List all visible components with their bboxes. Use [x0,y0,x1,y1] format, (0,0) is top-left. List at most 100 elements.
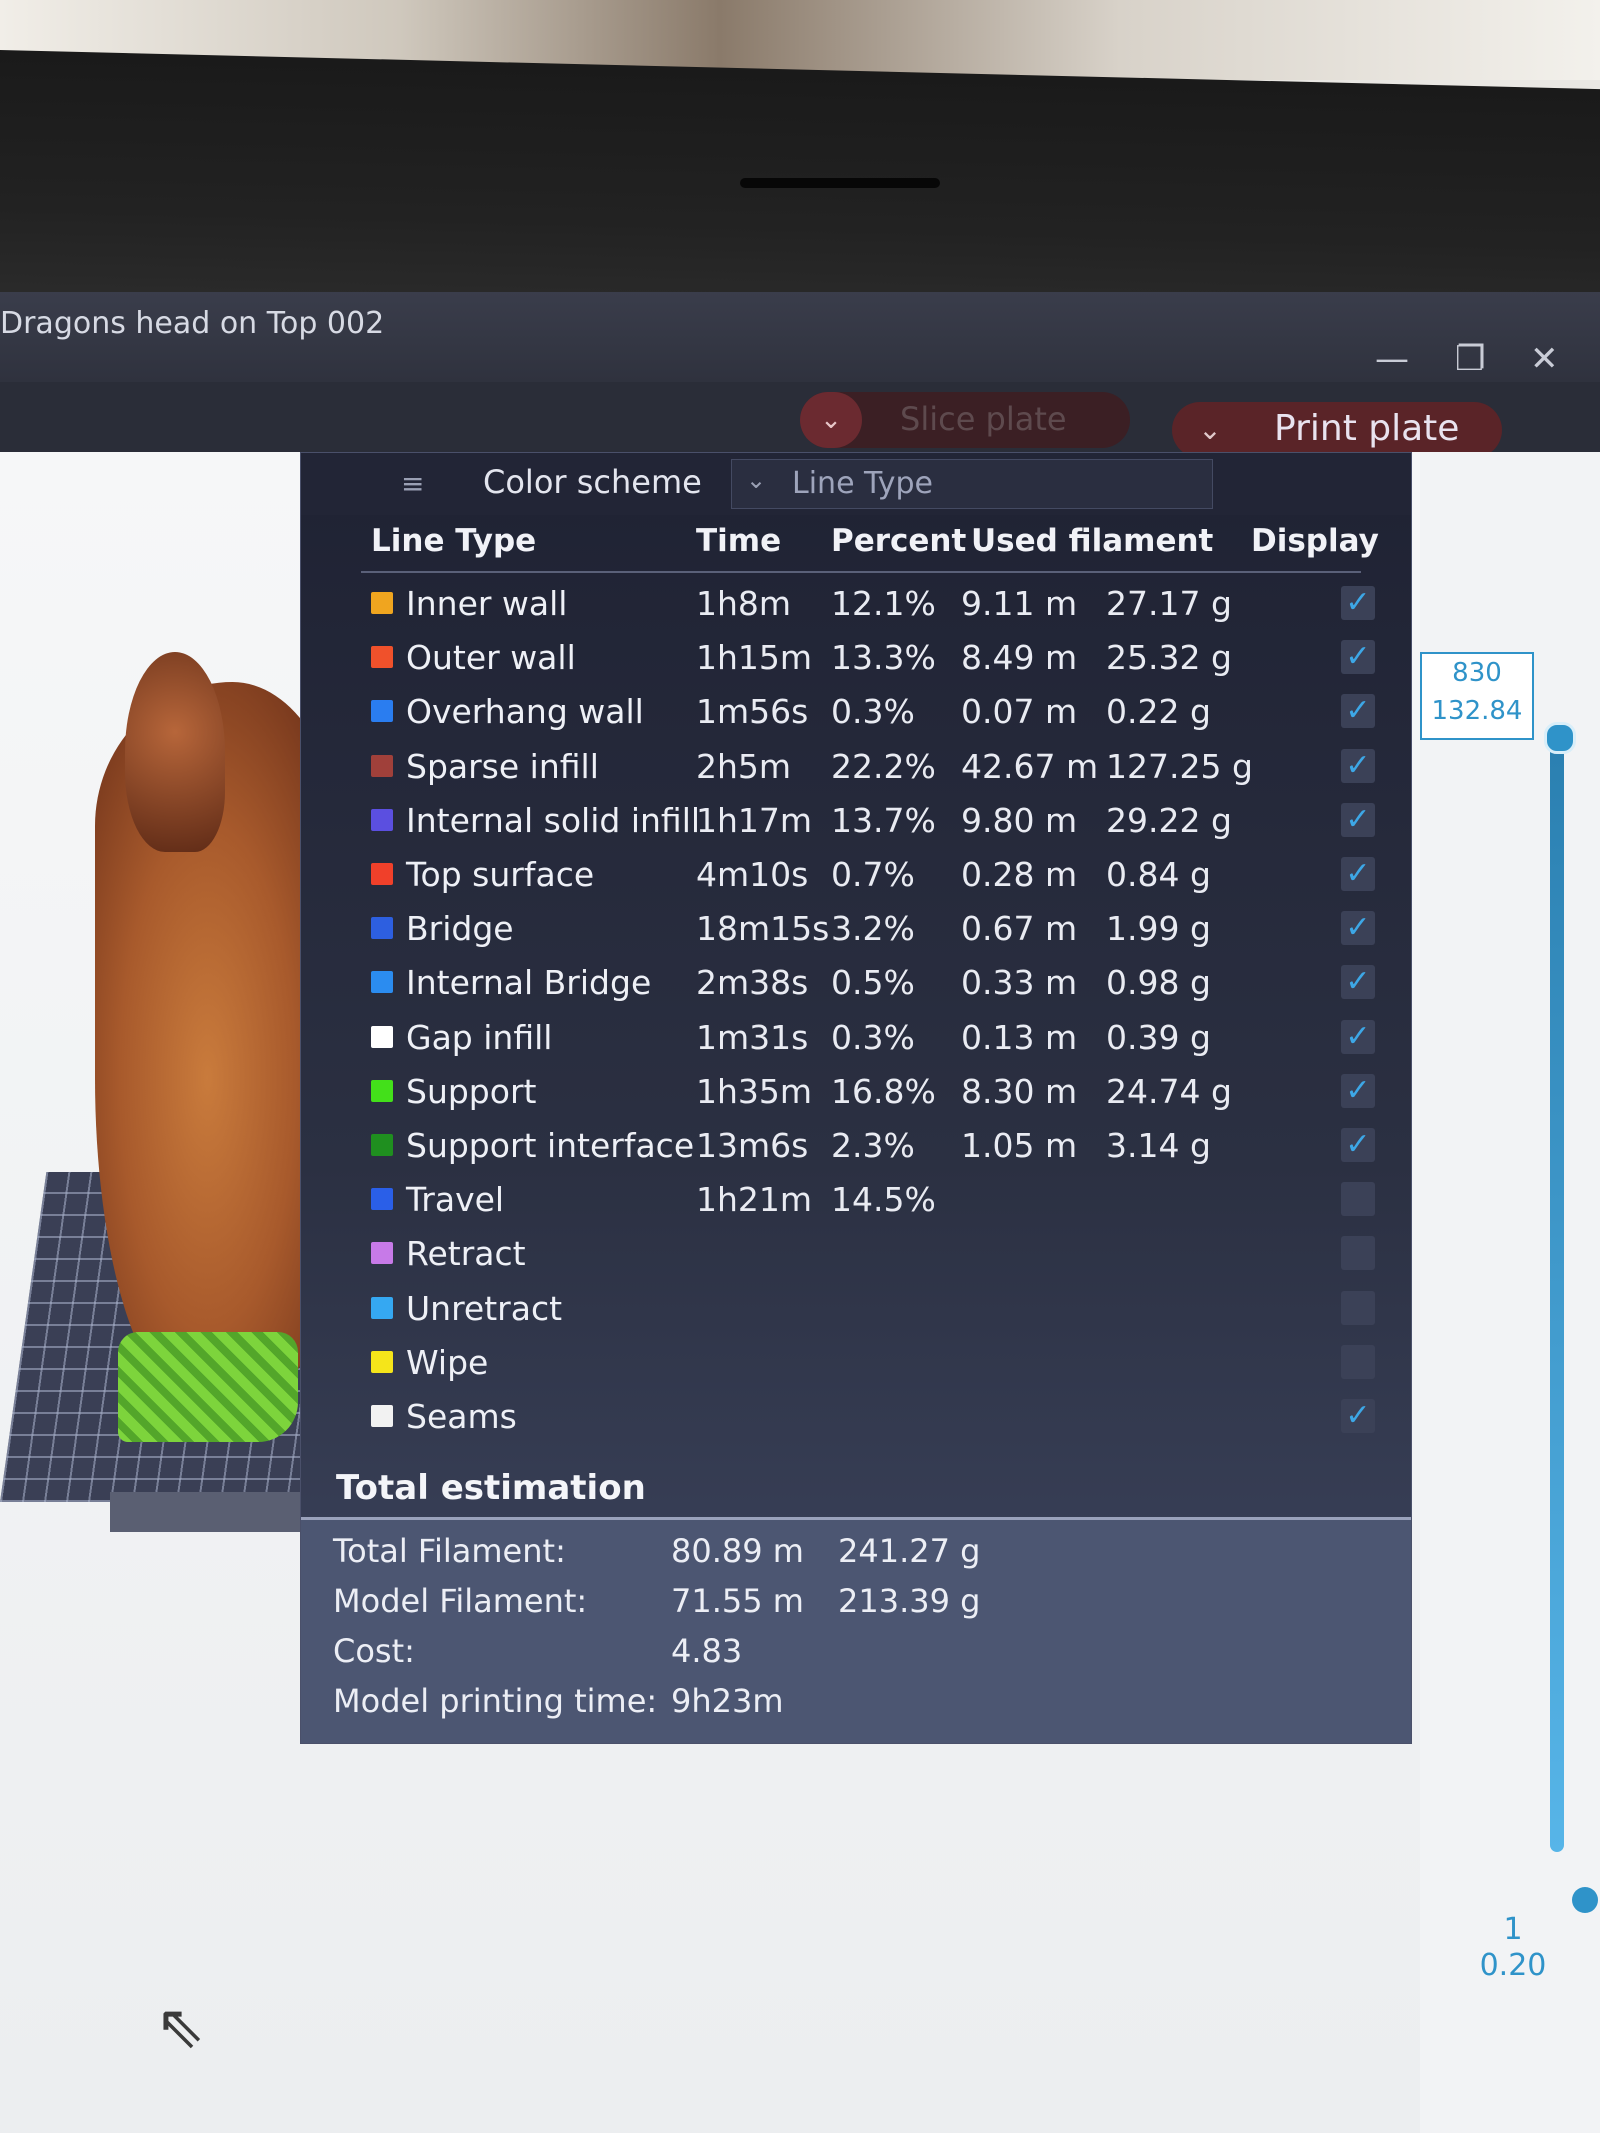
legend-row[interactable]: Internal solid infill 1h17m 13.7% 9.80 m 29.… [301,797,1411,847]
chevron-down-icon: ⌄ [746,466,767,494]
percent-cell: 0.7% [831,855,915,894]
display-checkbox[interactable] [1341,1236,1375,1271]
layer-slider-bottom-handle[interactable] [1572,1887,1598,1913]
model-filament-weight: 213.39 g [838,1582,981,1620]
display-checkbox[interactable] [1341,1182,1375,1217]
display-checkbox[interactable]: ✓ [1341,1399,1375,1433]
legend-row[interactable]: Sparse infill 2h5m 22.2% 42.67 m 127.25 g ✓ [301,743,1411,793]
color-swatch [371,1350,393,1373]
header-display: Display [1251,523,1379,559]
time-cell: 1h15m [696,638,813,678]
bottom-layer-height: 0.20 [1479,1948,1547,1983]
display-checkbox[interactable] [1341,1344,1375,1379]
display-checkbox[interactable]: ✓ [1341,694,1375,729]
chevron-down-icon[interactable]: ⌄ [800,392,862,448]
display-checkbox[interactable]: ✓ [1341,965,1375,1000]
header-line-type: Line Type [371,523,537,559]
time-cell: 1h21m [696,1180,813,1220]
bottom-layer-label: 1 0.20 [1478,1912,1548,1984]
filament-weight-cell: 27.17 g [1106,584,1232,623]
color-swatch [371,754,393,777]
window-title: Dragons head on Top 002 [0,306,385,341]
color-scheme-select[interactable]: ⌄ Line Type [731,459,1213,509]
line-type-name: Travel [406,1180,505,1220]
color-swatch [371,646,393,669]
legend-row[interactable]: Outer wall 1h15m 13.3% 8.49 m 25.32 g ✓ [301,634,1411,684]
minimize-button[interactable]: — [1375,342,1409,376]
line-type-name: Support [406,1071,537,1111]
color-swatch [371,863,393,885]
filament-length-cell: 0.07 m [961,692,1078,732]
chevron-down-icon[interactable]: ⌄ [1182,402,1238,458]
display-checkbox[interactable]: ✓ [1341,1019,1375,1054]
layer-slider-top-handle[interactable] [1544,722,1576,754]
filament-weight-cell: 0.98 g [1106,963,1211,1003]
support-structure [118,1332,298,1442]
legend-row[interactable]: Internal Bridge 2m38s 0.5% 0.33 m 0.98 g ✓ [301,959,1411,1009]
legend-row[interactable]: Inner wall 1h8m 12.1% 9.11 m 27.17 g ✓ [301,580,1411,630]
layer-slider-track[interactable] [1550,732,1564,1852]
legend-row[interactable]: Bridge 18m15s 3.2% 0.67 m 1.99 g ✓ [301,905,1411,955]
display-checkbox[interactable]: ✓ [1341,857,1375,891]
percent-cell: 3.2% [831,909,915,949]
legend-row[interactable]: Wipe [301,1339,1411,1389]
display-checkbox[interactable]: ✓ [1341,802,1375,837]
header-time: Time [696,523,782,559]
filament-length-cell: 8.49 m [961,638,1078,678]
print-plate-label: Print plate [1274,408,1460,449]
webcam [740,178,940,188]
filament-weight-cell: 0.84 g [1106,855,1211,894]
total-filament-length: 80.89 m [671,1532,804,1570]
percent-cell: 2.3% [831,1126,915,1165]
color-swatch [371,808,393,831]
display-checkbox[interactable]: ✓ [1341,911,1375,946]
color-swatch [371,971,393,994]
legend-row[interactable]: Unretract [301,1285,1411,1335]
filament-length-cell: 9.80 m [961,800,1078,840]
filament-length-cell: 9.11 m [961,584,1078,623]
display-checkbox[interactable]: ✓ [1341,1128,1375,1162]
color-swatch [371,1405,393,1427]
line-type-name: Internal Bridge [406,963,652,1003]
filament-weight-cell: 25.32 g [1106,638,1232,678]
print-plate-button[interactable]: ⌄ Print plate [1172,402,1502,458]
filament-weight-cell: 1.99 g [1106,909,1211,949]
legend-row[interactable]: Top surface 4m10s 0.7% 0.28 m 0.84 g ✓ [301,851,1411,901]
display-checkbox[interactable]: ✓ [1341,1073,1375,1108]
time-cell: 13m6s [696,1126,809,1165]
color-swatch [371,700,393,723]
time-cell: 18m15s [696,909,830,949]
legend-row[interactable]: Travel 1h21m 14.5% [301,1176,1411,1226]
legend-row[interactable]: Gap infill 1m31s 0.3% 0.13 m 0.39 g ✓ [301,1014,1411,1064]
display-checkbox[interactable]: ✓ [1341,748,1375,783]
bottom-layer-number: 1 [1503,1912,1523,1947]
display-checkbox[interactable]: ✓ [1341,640,1375,675]
filament-weight-cell: 0.22 g [1106,692,1211,732]
legend-row[interactable]: Overhang wall 1m56s 0.3% 0.07 m 0.22 g ✓ [301,688,1411,738]
filament-length-cell: 0.28 m [961,855,1078,894]
filament-length-cell: 0.67 m [961,909,1078,949]
restore-button[interactable]: ❐ [1455,342,1485,376]
percent-cell: 12.1% [831,584,936,623]
filament-weight-cell: 29.22 g [1106,800,1232,840]
color-swatch [371,1188,393,1211]
legend-row[interactable]: Support 1h35m 16.8% 8.30 m 24.74 g ✓ [301,1068,1411,1118]
color-scheme-label: Color scheme [483,463,702,501]
color-swatch [371,917,393,940]
legend-row[interactable]: Support interface 13m6s 2.3% 1.05 m 3.14 g ✓ [301,1122,1411,1172]
total-filament-weight: 241.27 g [838,1532,981,1570]
display-checkbox[interactable]: ✓ [1341,586,1375,620]
line-type-name: Bridge [406,909,514,949]
filament-weight-cell: 0.39 g [1106,1017,1211,1057]
cost-value: 4.83 [671,1632,743,1670]
filament-length-cell: 0.33 m [961,963,1078,1003]
line-type-name: Top surface [406,855,595,894]
menu-icon[interactable]: ≡ [401,467,424,500]
percent-cell: 0.3% [831,692,915,732]
line-type-name: Internal solid infill [406,800,701,840]
display-checkbox[interactable] [1341,1290,1375,1325]
legend-row[interactable]: Seams ✓ [301,1393,1411,1443]
close-button[interactable]: ✕ [1530,342,1559,376]
slice-plate-button[interactable]: ⌄ Slice plate [800,392,1130,448]
legend-row[interactable]: Retract [301,1230,1411,1280]
